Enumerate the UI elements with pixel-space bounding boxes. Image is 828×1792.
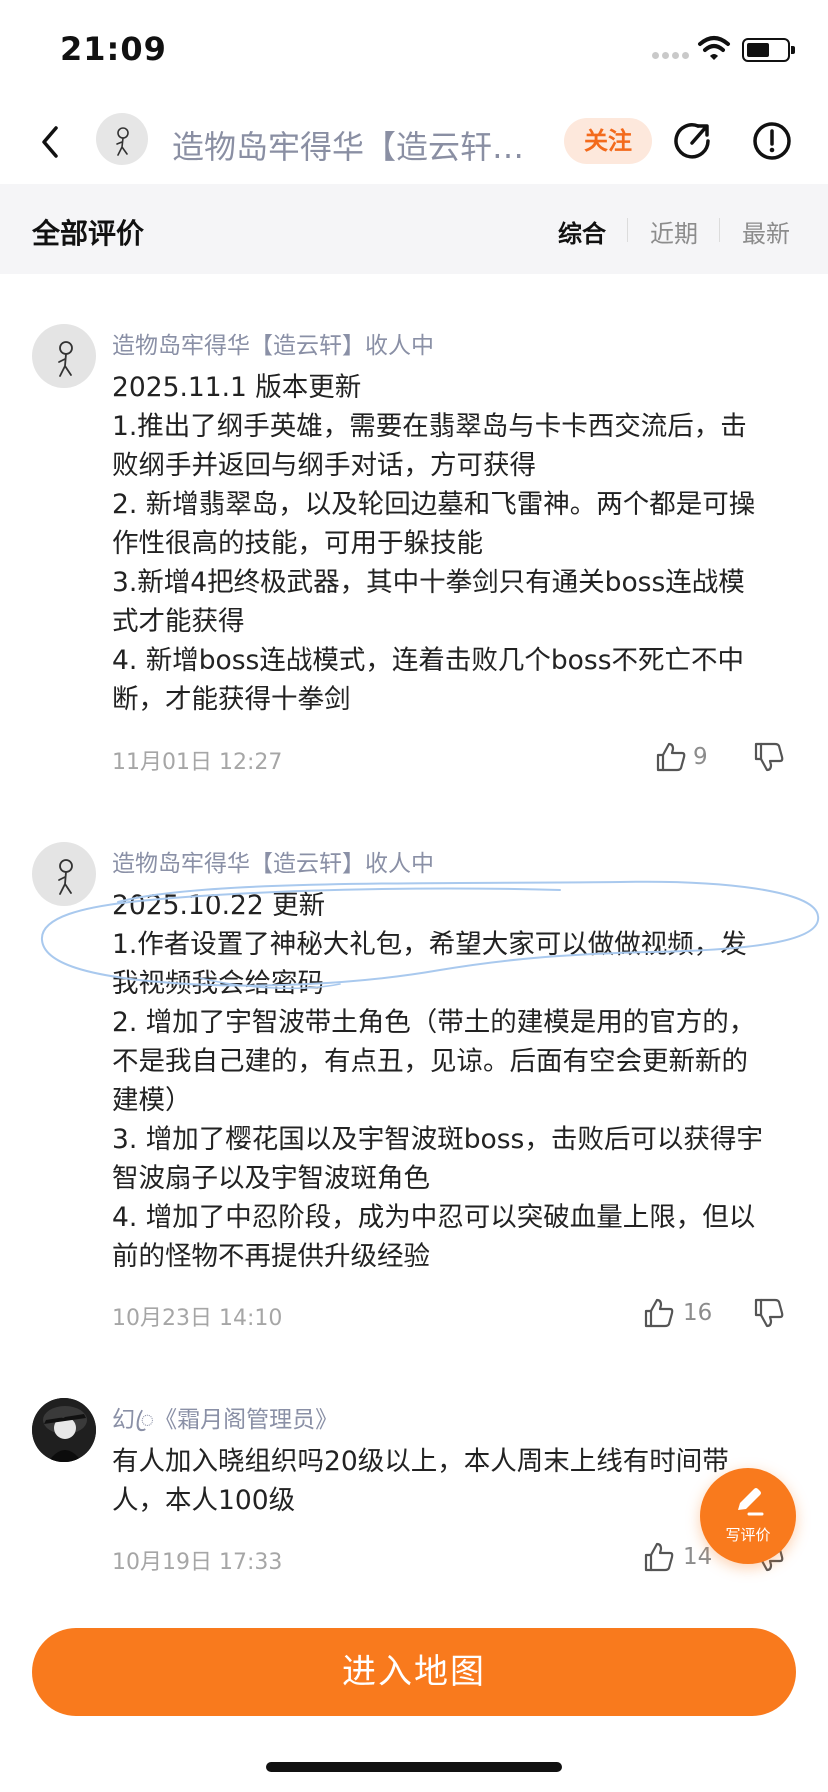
follow-button[interactable]: 关注 — [564, 118, 652, 164]
share-icon[interactable] — [668, 117, 716, 165]
pen-icon — [738, 1488, 764, 1516]
review-date: 10月23日 14:10 — [112, 1306, 283, 1331]
page-title: 造物岛牢得华【造云轩… — [172, 128, 525, 166]
review-filter-bar: 全部评价 综合 近期 最新 — [0, 184, 828, 274]
thumb-down-icon[interactable] — [752, 740, 786, 774]
write-review-button[interactable]: 写评价 — [700, 1468, 796, 1564]
thumb-up-icon[interactable] — [654, 740, 688, 774]
battery-icon — [742, 38, 795, 62]
sort-divider — [719, 218, 720, 242]
thumb-down-icon[interactable] — [752, 1296, 786, 1330]
status-time: 21:09 — [60, 30, 167, 68]
sort-tab-overall[interactable]: 综合 — [558, 214, 606, 249]
author-avatar[interactable] — [96, 113, 148, 165]
like-count: 16 — [683, 1300, 713, 1326]
wifi-icon — [698, 36, 730, 60]
report-icon[interactable] — [748, 117, 796, 165]
reviewer-name[interactable]: 造物岛牢得华【造云轩】收人中 — [112, 844, 434, 878]
reviewer-avatar[interactable] — [32, 1398, 96, 1462]
thumb-up-icon[interactable] — [642, 1296, 676, 1330]
status-bar: 21:09 — [0, 0, 828, 100]
review-text: 2025.10.22 更新 1.作者设置了神秘大礼包，希望大家可以做做视频，发 … — [112, 890, 763, 1272]
review-date: 11月01日 12:27 — [112, 750, 283, 775]
like-count: 9 — [693, 744, 708, 770]
sort-tab-newest[interactable]: 最新 — [742, 214, 790, 249]
app-header: 造物岛牢得华【造云轩… 关注 — [0, 100, 828, 184]
reviewer-name[interactable]: 造物岛牢得华【造云轩】收人中 — [112, 326, 434, 360]
reviewer-avatar[interactable] — [32, 324, 96, 388]
all-reviews-title: 全部评价 — [32, 217, 145, 250]
back-arrow-icon[interactable] — [28, 118, 76, 166]
review-date: 10月19日 17:33 — [112, 1550, 283, 1575]
thumb-up-icon[interactable] — [642, 1540, 676, 1574]
sort-divider — [627, 218, 628, 242]
review-text: 有人加入晓组织吗20级以上，本人周末上线有时间带 人，本人100级 — [112, 1446, 729, 1516]
like-count: 14 — [683, 1544, 713, 1570]
reviewer-avatar[interactable] — [32, 842, 96, 906]
review-text: 2025.11.1 版本更新 1.推出了纲手英雄，需要在翡翠岛与卡卡西交流后，击… — [112, 372, 756, 715]
enter-map-button[interactable]: 进入地图 — [32, 1628, 796, 1716]
cellular-signal-icon — [652, 52, 692, 62]
home-indicator — [266, 1762, 562, 1772]
write-review-label: 写评价 — [725, 1526, 771, 1544]
sort-tab-recent[interactable]: 近期 — [650, 214, 698, 249]
